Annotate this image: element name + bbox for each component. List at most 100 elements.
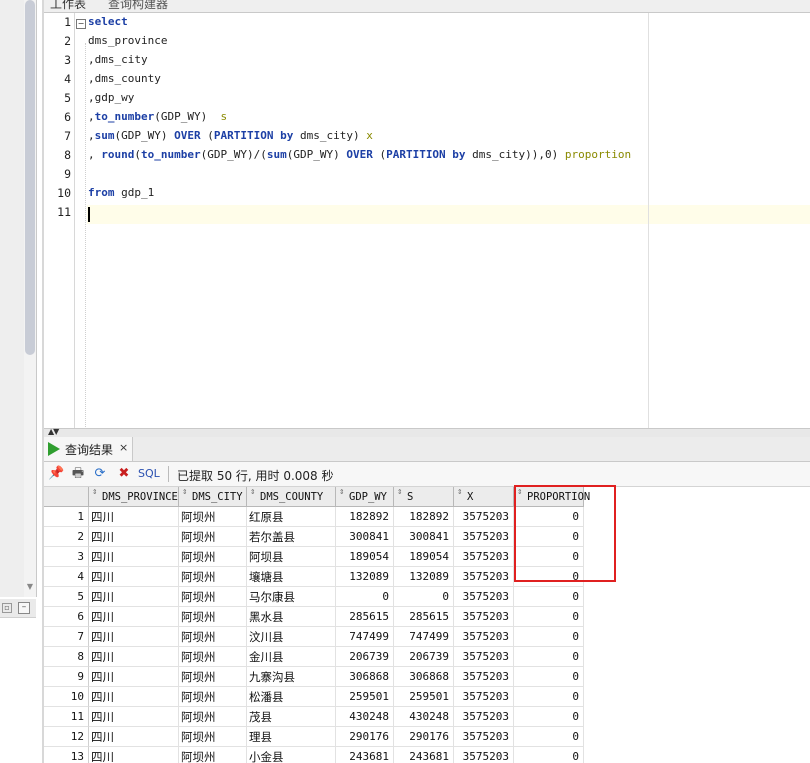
col-dms-province[interactable]: 四川 — [89, 567, 179, 587]
col-dms-city[interactable]: 阿坝州 — [179, 707, 247, 727]
col-dms-city[interactable]: 阿坝州 — [179, 547, 247, 567]
table-row[interactable]: 12 四川 阿坝州 理县 290176 290176 3575203 0 — [44, 727, 810, 747]
col-dms-county[interactable]: 理县 — [247, 727, 336, 747]
col-x[interactable]: 3575203 — [454, 727, 514, 747]
code-line[interactable]: ,gdp_wy — [88, 91, 134, 104]
col-gdp-wy[interactable]: 206739 — [336, 647, 394, 667]
tab-query-result[interactable]: 查询结果 × — [44, 437, 133, 461]
code-line[interactable]: ,dms_city — [88, 53, 148, 66]
column-header-dms-county[interactable]: ⇕ DMS_COUNTY — [247, 487, 336, 507]
table-row[interactable]: 8 四川 阿坝州 金川县 206739 206739 3575203 0 — [44, 647, 810, 667]
col-x[interactable]: 3575203 — [454, 627, 514, 647]
left-scrollbar-thumb[interactable] — [25, 0, 35, 355]
col-x[interactable]: 3575203 — [454, 567, 514, 587]
col-dms-province[interactable]: 四川 — [89, 687, 179, 707]
code-line[interactable]: ,sum(GDP_WY) OVER (PARTITION by dms_city… — [88, 129, 373, 142]
col-dms-province[interactable]: 四川 — [89, 647, 179, 667]
table-row[interactable]: 7 四川 阿坝州 汶川县 747499 747499 3575203 0 — [44, 627, 810, 647]
col-x[interactable]: 3575203 — [454, 547, 514, 567]
col-dms-county[interactable]: 马尔康县 — [247, 587, 336, 607]
col-dms-province[interactable]: 四川 — [89, 727, 179, 747]
col-dms-province[interactable]: 四川 — [89, 527, 179, 547]
col-gdp-wy[interactable]: 189054 — [336, 547, 394, 567]
col-x[interactable]: 3575203 — [454, 507, 514, 527]
col-proportion[interactable]: 0 — [514, 687, 584, 707]
col-dms-city[interactable]: 阿坝州 — [179, 527, 247, 547]
tab-worksheet[interactable]: 工作表 — [46, 0, 90, 11]
code-line[interactable]: from gdp_1 — [88, 186, 154, 199]
restore-icon[interactable]: ▫ — [2, 603, 12, 613]
col-dms-county[interactable]: 阿坝县 — [247, 547, 336, 567]
column-header-dms-city[interactable]: ⇕ DMS_CITY — [179, 487, 247, 507]
col-s[interactable]: 306868 — [394, 667, 454, 687]
col-x[interactable]: 3575203 — [454, 587, 514, 607]
sort-icon[interactable]: ⇕ — [250, 488, 255, 497]
col-dms-city[interactable]: 阿坝州 — [179, 687, 247, 707]
col-s[interactable]: 189054 — [394, 547, 454, 567]
code-line[interactable]: dms_province — [88, 34, 167, 47]
col-gdp-wy[interactable]: 290176 — [336, 727, 394, 747]
col-proportion[interactable]: 0 — [514, 647, 584, 667]
col-dms-county[interactable]: 金川县 — [247, 647, 336, 667]
col-s[interactable]: 132089 — [394, 567, 454, 587]
print-icon[interactable]: 🖶 — [70, 466, 86, 482]
col-dms-province[interactable]: 四川 — [89, 667, 179, 687]
col-s[interactable]: 0 — [394, 587, 454, 607]
minimize-icon[interactable]: – — [18, 602, 30, 614]
table-row[interactable]: 4 四川 阿坝州 壤塘县 132089 132089 3575203 0 — [44, 567, 810, 587]
col-x[interactable]: 3575203 — [454, 647, 514, 667]
col-gdp-wy[interactable]: 285615 — [336, 607, 394, 627]
col-dms-city[interactable]: 阿坝州 — [179, 647, 247, 667]
column-header-x[interactable]: ⇕ X — [454, 487, 514, 507]
col-dms-city[interactable]: 阿坝州 — [179, 727, 247, 747]
col-gdp-wy[interactable]: 747499 — [336, 627, 394, 647]
col-dms-city[interactable]: 阿坝州 — [179, 507, 247, 527]
column-header-dms-province[interactable]: ⇕ DMS_PROVINCE — [89, 487, 179, 507]
col-dms-city[interactable]: 阿坝州 — [179, 747, 247, 763]
col-x[interactable]: 3575203 — [454, 667, 514, 687]
col-x[interactable]: 3575203 — [454, 707, 514, 727]
sort-icon[interactable]: ⇕ — [339, 488, 344, 497]
delete-icon[interactable]: ✖ — [116, 466, 132, 482]
sort-icon[interactable]: ⇕ — [397, 488, 402, 497]
col-gdp-wy[interactable]: 0 — [336, 587, 394, 607]
sql-button[interactable]: SQL — [138, 467, 160, 480]
col-x[interactable]: 3575203 — [454, 687, 514, 707]
col-gdp-wy[interactable]: 300841 — [336, 527, 394, 547]
col-dms-province[interactable]: 四川 — [89, 707, 179, 727]
close-icon[interactable]: × — [119, 441, 128, 454]
col-proportion[interactable]: 0 — [514, 587, 584, 607]
table-row[interactable]: 1 四川 阿坝州 红原县 182892 182892 3575203 0 — [44, 507, 810, 527]
code-line[interactable]: , round(to_number(GDP_WY)/(sum(GDP_WY) O… — [88, 148, 631, 161]
table-row[interactable]: 10 四川 阿坝州 松潘县 259501 259501 3575203 0 — [44, 687, 810, 707]
table-row[interactable]: 2 四川 阿坝州 若尔盖县 300841 300841 3575203 0 — [44, 527, 810, 547]
col-gdp-wy[interactable]: 243681 — [336, 747, 394, 763]
col-dms-county[interactable]: 若尔盖县 — [247, 527, 336, 547]
col-dms-province[interactable]: 四川 — [89, 507, 179, 527]
col-s[interactable]: 430248 — [394, 707, 454, 727]
table-row[interactable]: 11 四川 阿坝州 茂县 430248 430248 3575203 0 — [44, 707, 810, 727]
code-line[interactable]: ,to_number(GDP_WY) s — [88, 110, 227, 123]
col-proportion[interactable]: 0 — [514, 627, 584, 647]
col-dms-county[interactable]: 松潘县 — [247, 687, 336, 707]
col-s[interactable]: 259501 — [394, 687, 454, 707]
tab-query-builder[interactable]: 查询构建器 — [104, 0, 172, 11]
col-proportion[interactable]: 0 — [514, 607, 584, 627]
col-dms-province[interactable]: 四川 — [89, 747, 179, 763]
table-row[interactable]: 13 四川 阿坝州 小金县 243681 243681 3575203 0 — [44, 747, 810, 763]
col-proportion[interactable]: 0 — [514, 667, 584, 687]
col-x[interactable]: 3575203 — [454, 747, 514, 763]
table-row[interactable]: 6 四川 阿坝州 黑水县 285615 285615 3575203 0 — [44, 607, 810, 627]
table-row[interactable]: 9 四川 阿坝州 九寨沟县 306868 306868 3575203 0 — [44, 667, 810, 687]
code-line[interactable]: ,dms_county — [88, 72, 161, 85]
sort-icon[interactable]: ⇕ — [92, 488, 97, 497]
col-proportion[interactable]: 0 — [514, 747, 584, 763]
sort-icon[interactable]: ⇕ — [182, 488, 187, 497]
col-s[interactable]: 300841 — [394, 527, 454, 547]
table-row[interactable]: 5 四川 阿坝州 马尔康县 0 0 3575203 0 — [44, 587, 810, 607]
col-dms-county[interactable]: 茂县 — [247, 707, 336, 727]
col-dms-province[interactable]: 四川 — [89, 627, 179, 647]
col-dms-county[interactable]: 红原县 — [247, 507, 336, 527]
col-dms-county[interactable]: 黑水县 — [247, 607, 336, 627]
col-gdp-wy[interactable]: 182892 — [336, 507, 394, 527]
